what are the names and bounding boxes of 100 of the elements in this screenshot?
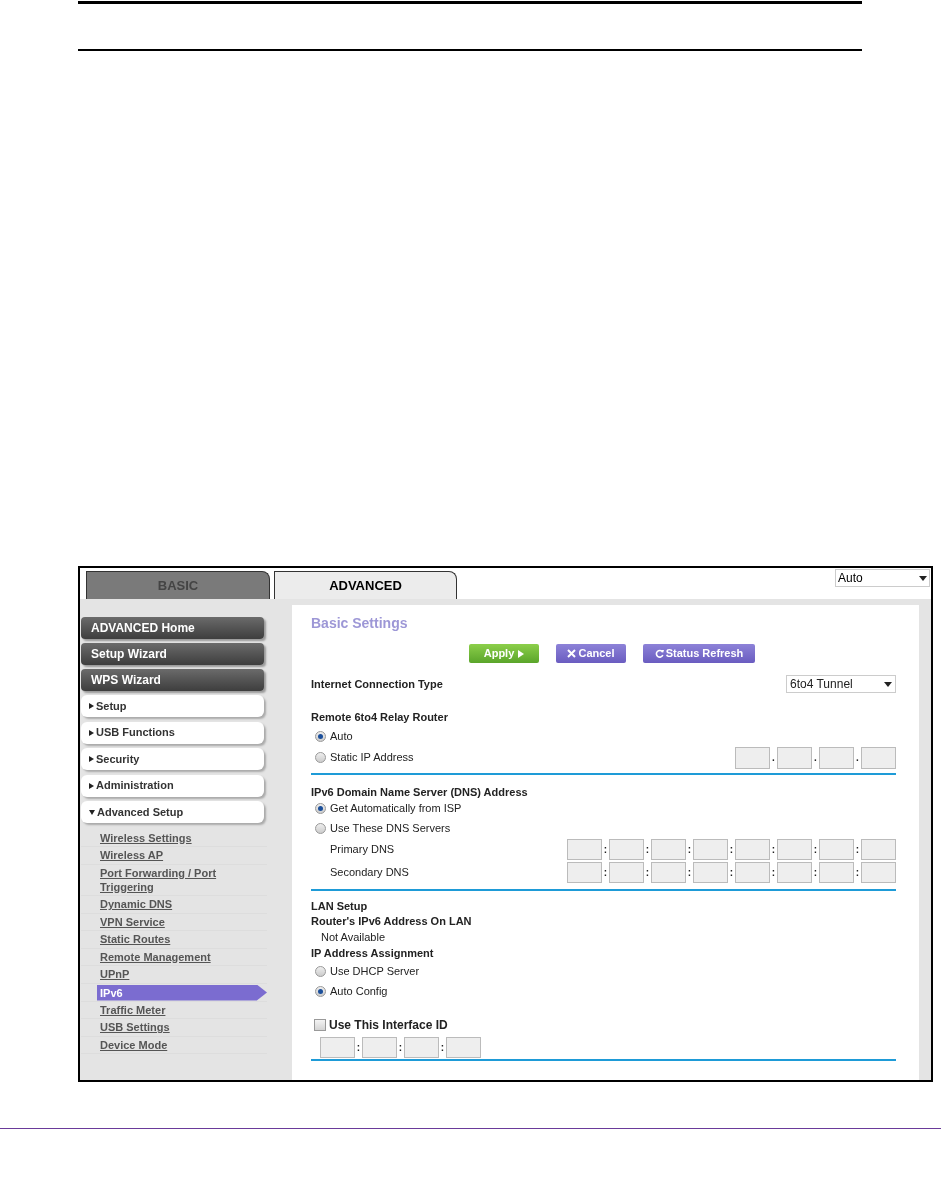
input-field[interactable] xyxy=(693,839,728,860)
caret-right-icon xyxy=(89,756,94,762)
submenu-link[interactable]: VPN Service xyxy=(100,913,165,930)
input-field[interactable] xyxy=(735,839,770,860)
menu-section[interactable]: Advanced Setup xyxy=(81,801,264,823)
input-field[interactable] xyxy=(777,746,812,769)
input-field[interactable] xyxy=(819,862,854,883)
caret-right-icon xyxy=(89,729,94,736)
submenu-link[interactable]: Remote Management xyxy=(100,948,211,965)
separator-text: : xyxy=(854,866,861,880)
submenu-link[interactable]: Traffic Meter xyxy=(100,1001,166,1018)
close-icon xyxy=(567,649,577,658)
section-heading: Router's IPv6 Address On LAN xyxy=(311,914,473,929)
section-heading: IP Address Assignment xyxy=(311,946,435,961)
address-value: Not Available xyxy=(320,930,386,945)
panel-title: Basic Settings xyxy=(311,614,409,633)
separator-text: . xyxy=(813,751,818,765)
submenu-link[interactable]: UPnP xyxy=(100,966,130,982)
input-field[interactable] xyxy=(777,862,812,883)
caret-down-icon xyxy=(89,809,95,815)
submenu-link[interactable]: Port Forwarding / Port Triggering xyxy=(100,864,267,895)
refresh-button[interactable]: Status Refresh xyxy=(643,644,755,663)
separator-text: : xyxy=(770,866,777,880)
separator-text: : xyxy=(686,843,693,857)
separator-text: : xyxy=(686,866,693,880)
section-heading: LAN Setup xyxy=(311,899,369,914)
separator-text: : xyxy=(602,866,609,880)
radio-button[interactable] xyxy=(315,752,326,763)
menu-section[interactable]: USB Functions xyxy=(81,721,264,744)
input-field[interactable] xyxy=(404,1036,439,1058)
caret-right-icon xyxy=(89,703,94,709)
input-field[interactable] xyxy=(819,839,854,860)
input-field[interactable] xyxy=(362,1036,397,1058)
language-select[interactable]: Auto xyxy=(835,569,930,587)
separator-text: : xyxy=(602,843,609,857)
option-label: Use These DNS Servers xyxy=(330,820,451,836)
input-field[interactable] xyxy=(693,862,728,883)
input-field[interactable] xyxy=(567,862,602,883)
option-label: Auto xyxy=(330,729,353,745)
caret-icon xyxy=(884,681,892,687)
input-field[interactable] xyxy=(609,839,644,860)
option-label: Auto Config xyxy=(330,983,388,999)
radio-button[interactable] xyxy=(315,985,326,997)
submenu-link[interactable]: USB Settings xyxy=(100,1019,170,1035)
menu-section[interactable]: Setup xyxy=(81,695,264,717)
input-field[interactable] xyxy=(651,839,686,860)
field-label: Secondary DNS xyxy=(330,865,409,881)
connection-type-select[interactable]: 6to4 Tunnel xyxy=(786,675,896,693)
separator-text: : xyxy=(770,843,777,857)
input-field[interactable] xyxy=(861,746,896,769)
separator-text: : xyxy=(812,866,819,880)
separator-text: : xyxy=(397,1040,404,1055)
menu-section[interactable]: Security xyxy=(81,748,264,770)
section-heading: IPv6 Domain Name Server (DNS) Address xyxy=(311,785,529,798)
submenu-link[interactable]: Wireless AP xyxy=(100,847,164,863)
field-label: Primary DNS xyxy=(330,842,395,858)
separator-text: . xyxy=(771,751,776,765)
separator-text: : xyxy=(812,843,819,857)
cancel-button[interactable]: Cancel xyxy=(556,644,626,663)
checkbox[interactable] xyxy=(314,1019,326,1031)
menu-section[interactable]: Administration xyxy=(81,774,264,797)
option-label: Static IP Address xyxy=(330,750,414,766)
submenu-link[interactable]: IPv6 xyxy=(97,984,267,1001)
nav-tab[interactable]: ADVANCED xyxy=(274,571,457,599)
radio-button[interactable] xyxy=(315,822,326,834)
separator-text: : xyxy=(644,843,651,857)
menu-button[interactable]: Setup Wizard xyxy=(81,643,264,665)
caret-right-icon xyxy=(89,782,94,789)
input-field[interactable] xyxy=(777,839,812,860)
input-field[interactable] xyxy=(609,862,644,883)
radio-button[interactable] xyxy=(315,965,326,977)
submenu-link[interactable]: Device Mode xyxy=(100,1036,168,1053)
input-field[interactable] xyxy=(819,746,854,769)
separator-text: : xyxy=(644,866,651,880)
radio-button[interactable] xyxy=(315,731,326,742)
input-field[interactable] xyxy=(861,862,896,883)
separator-text: : xyxy=(854,843,861,857)
input-field[interactable] xyxy=(567,839,602,860)
separator-text: : xyxy=(439,1040,446,1055)
separator-text: : xyxy=(355,1040,362,1055)
checkbox-label: Use This Interface ID xyxy=(329,1017,448,1034)
section-heading: Remote 6to4 Relay Router xyxy=(311,710,449,725)
menu-button[interactable]: ADVANCED Home xyxy=(81,617,264,639)
separator-text: . xyxy=(855,751,860,765)
input-field[interactable] xyxy=(861,839,896,860)
radio-button[interactable] xyxy=(315,802,326,814)
input-field[interactable] xyxy=(446,1036,481,1058)
submenu-link[interactable]: Wireless Settings xyxy=(100,829,192,846)
input-field[interactable] xyxy=(320,1036,355,1058)
input-field[interactable] xyxy=(735,746,770,769)
refresh-icon xyxy=(654,649,664,658)
submenu-link[interactable]: Static Routes xyxy=(100,931,171,947)
input-field[interactable] xyxy=(651,862,686,883)
separator-text: : xyxy=(728,866,735,880)
input-field[interactable] xyxy=(735,862,770,883)
separator-text: : xyxy=(728,843,735,857)
field-label: Internet Connection Type xyxy=(311,676,443,692)
option-label: Get Automatically from ISP xyxy=(330,800,462,816)
menu-button[interactable]: WPS Wizard xyxy=(81,669,264,691)
submenu-link[interactable]: Dynamic DNS xyxy=(100,896,173,912)
